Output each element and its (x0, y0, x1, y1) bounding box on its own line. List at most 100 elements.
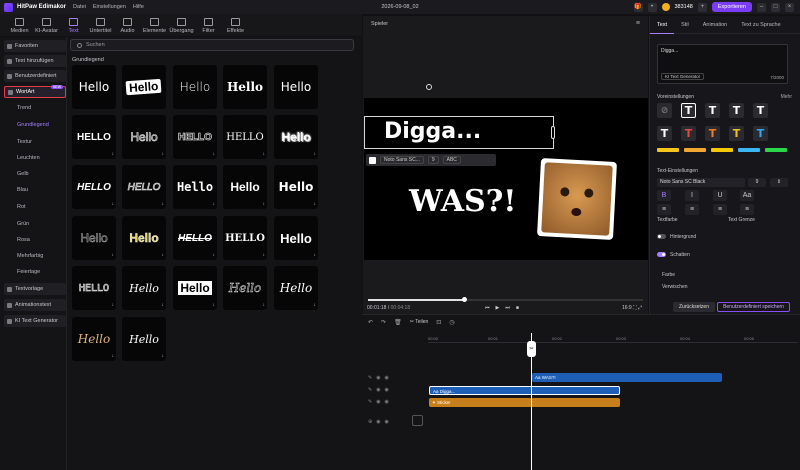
nav-red[interactable]: Rot (17, 204, 26, 210)
track-controls[interactable]: ✎◉◉ (368, 375, 393, 381)
ai-text-generator-button[interactable]: KI Text Generator (661, 73, 705, 80)
playback-controls[interactable]: ⏮▶⏭■ (485, 305, 525, 311)
wordart-tile[interactable]: Hello ↓ (122, 115, 166, 159)
tab-text[interactable]: Text (60, 18, 87, 36)
tab-elements[interactable]: Elemente (141, 18, 168, 36)
gift-icon[interactable]: 🎁 (633, 2, 643, 12)
preset-style[interactable]: T (705, 126, 720, 141)
tab-transition[interactable]: Übergang (168, 18, 195, 36)
bell-icon[interactable]: • (647, 2, 657, 12)
text-selection-box[interactable]: Digga... (364, 116, 554, 149)
track-controls[interactable]: ✎◉◉ (368, 399, 393, 405)
search-box[interactable]: Suchen (70, 39, 354, 51)
tab-effects[interactable]: Effekte (222, 18, 249, 36)
tab-filter[interactable]: Filter (195, 18, 222, 36)
wordart-tile[interactable]: HELLO ↓ (72, 115, 116, 159)
redo-icon[interactable]: ↷ (381, 319, 386, 326)
reset-button[interactable]: Zurücksetzen (673, 302, 715, 312)
text-value[interactable]: Digga... (661, 48, 678, 54)
preset-style[interactable]: T (705, 103, 720, 118)
preset-none[interactable]: ⊘ (657, 103, 672, 118)
aspect-ratio[interactable]: 16:9 (622, 305, 632, 311)
align-center-button[interactable]: ≡ (685, 204, 699, 215)
case-button[interactable]: Aa (740, 190, 754, 201)
wordart-tile[interactable]: HELLO ↓ (72, 165, 116, 209)
wordart-tile[interactable]: Hello ↓ (122, 317, 166, 361)
menu-file[interactable]: Datei (73, 4, 86, 10)
wordart-tile[interactable]: Hello ↓ (274, 216, 318, 260)
player-settings[interactable]: 16:9 ⛶ ⤢ (622, 305, 642, 311)
align-right-button[interactable]: ≡ (713, 204, 727, 215)
nav-yellow[interactable]: Gelb (17, 171, 29, 177)
nav-wordart[interactable]: WortArt NEW (4, 85, 66, 98)
wordart-tile[interactable]: Hello ↓ (173, 266, 217, 310)
cat-sticker[interactable] (537, 158, 617, 240)
split-button[interactable]: ✂ Teilen (410, 319, 429, 325)
preset-style[interactable]: T (681, 126, 696, 141)
speed-icon[interactable]: ◷ (449, 319, 454, 326)
wordart-tile[interactable]: Hello ↓ (72, 317, 116, 361)
export-button[interactable]: Exportieren (711, 2, 752, 12)
nav-holidays[interactable]: Feiertage (17, 269, 40, 275)
italic-button[interactable]: I (685, 190, 699, 201)
preset-style[interactable]: T (729, 126, 744, 141)
wordart-tile[interactable]: Hello ↓ (274, 115, 318, 159)
color-checkbox[interactable] (369, 156, 376, 164)
swatch[interactable] (765, 148, 787, 152)
shadow-toggle[interactable] (657, 252, 666, 257)
tab-ai-avatar[interactable]: KI-Avatar (33, 18, 60, 36)
nav-ai-text-generator[interactable]: KI Text Generator (4, 315, 66, 327)
wordart-tile[interactable]: Hello ↓ (274, 266, 318, 310)
tab-media[interactable]: Medien (6, 18, 33, 36)
playhead-handle[interactable]: ✂ (527, 341, 536, 357)
canvas-text-was[interactable]: WAS?! (409, 184, 516, 219)
case-dropdown[interactable]: ABC (442, 156, 461, 164)
more-presets-link[interactable]: Mehr (781, 94, 792, 100)
nav-animated-text[interactable]: Animationstext (4, 299, 66, 311)
wordart-tile[interactable]: Hello (72, 65, 116, 109)
playback-progress[interactable] (368, 297, 643, 302)
resize-handle[interactable] (551, 126, 555, 139)
undo-icon[interactable]: ↶ (368, 319, 373, 326)
swatch[interactable] (711, 148, 733, 152)
tab-tts[interactable]: Text zu Sprache (734, 16, 787, 34)
clip-was[interactable]: Aa WAS?! (532, 373, 722, 382)
justify-button[interactable]: ≡ (740, 204, 754, 215)
nav-glow[interactable]: Leuchten (17, 155, 40, 161)
preset-style[interactable]: T (753, 126, 768, 141)
nav-trend[interactable]: Trend (17, 105, 31, 111)
nav-multicolor[interactable]: Mehrfarbig (17, 253, 43, 259)
add-media-icon[interactable] (412, 415, 423, 426)
font-dropdown[interactable]: Noto Sans SC... (380, 156, 424, 164)
minimize-icon[interactable]: – (757, 2, 766, 12)
canvas-text-digga[interactable]: Digga... (384, 119, 481, 144)
nav-favorites[interactable]: Favoriten (4, 40, 66, 52)
wordart-tile[interactable]: HELLO ↓ (173, 115, 217, 159)
maximize-icon[interactable]: □ (771, 2, 780, 12)
close-icon[interactable]: × (785, 2, 794, 12)
wordart-tile[interactable]: Hello ↓ (274, 165, 318, 209)
preset-style[interactable]: T (729, 103, 744, 118)
wordart-tile[interactable]: Hello ↓ (223, 266, 267, 310)
wordart-tile[interactable]: Hello ↓ (72, 216, 116, 260)
font-family-select[interactable]: Noto Sans SC Black (657, 178, 745, 187)
nav-blue[interactable]: Blau (17, 187, 28, 193)
nav-green[interactable]: Grün (17, 221, 29, 227)
tab-style[interactable]: Stil (674, 16, 696, 34)
preset-style[interactable]: T (753, 103, 768, 118)
progress-knob[interactable] (462, 297, 468, 302)
search-input[interactable]: Suchen (86, 42, 105, 48)
text-color-label[interactable]: Textfarbe (657, 217, 678, 223)
font-size-select[interactable]: 9 (748, 178, 766, 187)
preset-style[interactable]: T (681, 103, 696, 118)
wordart-tile[interactable]: Hello (223, 65, 267, 109)
text-input[interactable]: Digga... KI Text Generator 7/2000 (657, 44, 788, 84)
swatch[interactable] (684, 148, 706, 152)
swatch[interactable] (738, 148, 760, 152)
nav-custom[interactable]: Benutzerdefiniert (4, 70, 66, 82)
underline-button[interactable]: U (713, 190, 727, 201)
nav-texture[interactable]: Textur (17, 139, 32, 145)
timeline-ruler[interactable]: 00:00 00:01 00:02 00:03 00:04 00:05 (428, 333, 798, 343)
nav-text-template[interactable]: Textvorlage (4, 283, 66, 295)
menu-settings[interactable]: Einstellungen (93, 4, 126, 10)
